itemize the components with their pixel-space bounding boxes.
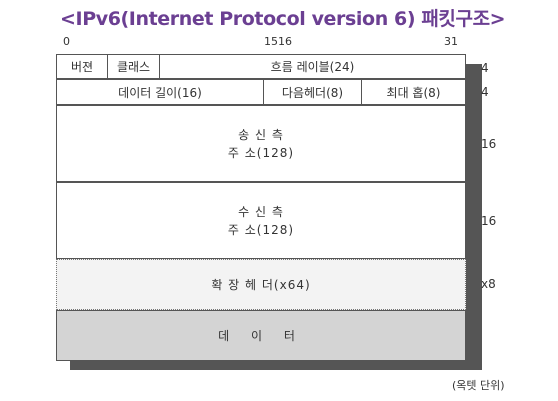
data-label: 데 이 터 [218,328,304,343]
header-row-2: 데이터 길이(16) 다음헤더(8) 최대 홉(8) [56,79,466,105]
source-address-line2: 주 소(128) [227,145,295,160]
source-address-field: 송 신 측 주 소(128) [56,105,466,182]
destination-address-line2: 주 소(128) [227,222,295,237]
flow-label-field: 흐름 레이블(24) [270,60,355,74]
destination-address-line1: 수 신 측 [238,204,284,219]
bit-label-31: 31 [444,35,458,48]
unit-note: (옥텟 단위) [452,379,505,392]
version-field: 버젼 [57,55,108,78]
bit-label-0: 0 [63,35,70,48]
destination-address-field: 수 신 측 주 소(128) [56,182,466,259]
header-row-1: 버젼 클래스 흐름 레이블(24) [56,54,466,79]
class-field: 클래스 [108,55,160,78]
octet-count-extension: x8 [481,277,496,291]
octet-count-source: 16 [481,137,497,151]
octet-count-row1: 4 [481,61,489,75]
octet-count-destination: 16 [481,214,497,228]
extension-header-field: 확 장 헤 더(x64) [56,259,466,310]
next-header-field: 다음헤더(8) [264,80,362,104]
source-address-line1: 송 신 측 [238,127,284,142]
hop-limit-field: 최대 홉(8) [386,85,441,100]
data-field: 데 이 터 [56,310,466,361]
diagram-title: <IPv6(Internet Protocol version 6) 패킷구조> [60,8,506,30]
extension-header-label: 확 장 헤 더(x64) [211,277,311,292]
octet-count-row2: 4 [481,85,489,99]
payload-length-field: 데이터 길이(16) [57,80,264,104]
bit-label-15-16: 1516 [264,35,292,48]
